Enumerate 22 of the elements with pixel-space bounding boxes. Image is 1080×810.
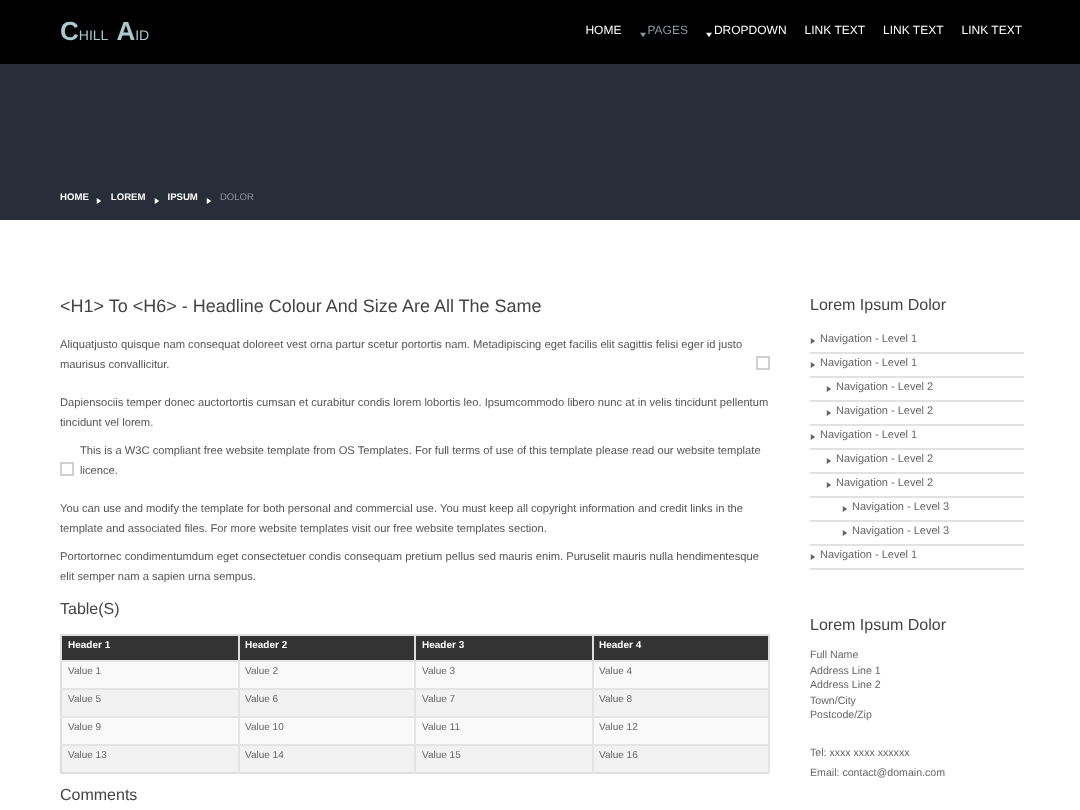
bullet-icon (810, 434, 816, 440)
bullet-icon (842, 530, 848, 536)
caret-icon (639, 31, 646, 37)
separator-icon (96, 197, 103, 204)
bullet-icon (810, 362, 816, 368)
page-heading: <H1> To <H6> - Headline Colour And Size Are All The Same (60, 294, 544, 320)
bullet-icon (826, 410, 832, 416)
caret-icon (705, 31, 712, 37)
section-heading: Table(S) (60, 597, 122, 621)
bullet-icon (810, 338, 816, 344)
section-heading: Comments (60, 783, 140, 807)
image-placeholder-icon (756, 355, 770, 369)
sidebar-heading: Lorem Ipsum Dolor (810, 614, 949, 638)
bullet-icon (826, 482, 832, 488)
image-placeholder-icon (60, 461, 74, 475)
sidebar-heading: Lorem Ipsum Dolor (810, 294, 949, 318)
separator-icon (153, 197, 160, 204)
bullet-icon (826, 386, 832, 392)
bullet-icon (842, 506, 848, 512)
bullet-icon (810, 554, 816, 560)
separator-icon (205, 197, 212, 204)
bullet-icon (826, 458, 832, 464)
